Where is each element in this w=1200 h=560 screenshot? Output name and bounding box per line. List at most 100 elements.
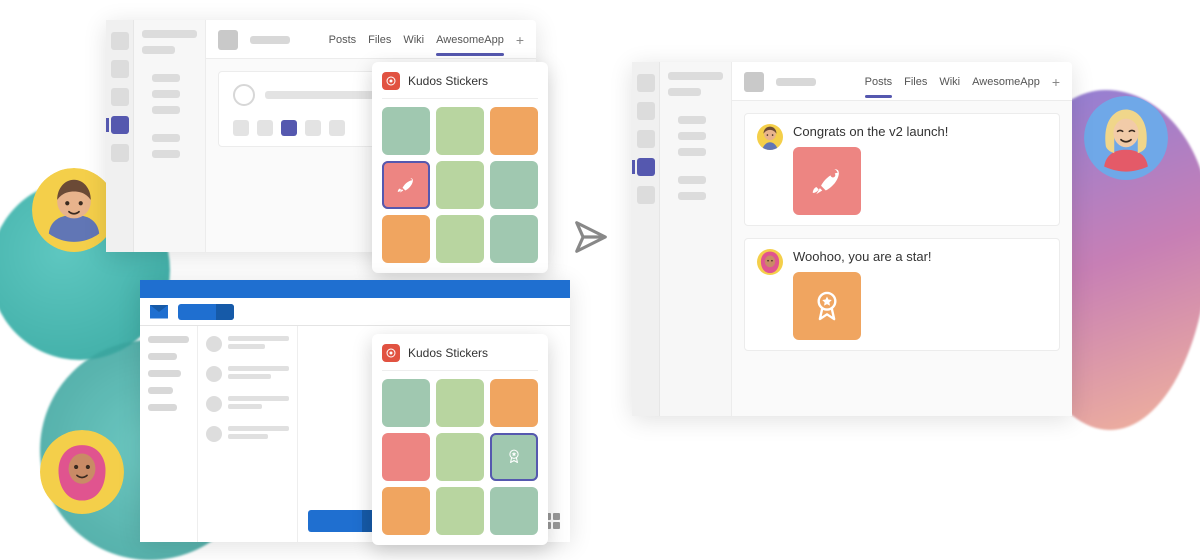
sticker-cell[interactable] [382, 215, 430, 263]
kudos-app-icon [382, 72, 400, 90]
compose-tool[interactable] [329, 120, 345, 136]
sticker-cell[interactable] [382, 379, 430, 427]
rail-item[interactable] [637, 102, 655, 120]
message-avatar-man [757, 124, 783, 150]
sticker-panel-outlook: Kudos Stickers [372, 334, 548, 545]
skel [142, 46, 175, 54]
sticker-cell[interactable] [490, 379, 538, 427]
rail-item[interactable] [111, 88, 129, 106]
sticker-cell[interactable] [382, 487, 430, 535]
avatar-woman-hijab [40, 430, 124, 514]
skel [668, 88, 701, 96]
rail-item[interactable] [111, 60, 129, 78]
new-mail-button[interactable] [178, 304, 234, 320]
rail-item[interactable] [111, 144, 129, 162]
rail-item-teams-icon[interactable] [111, 116, 129, 134]
folder-pane [140, 326, 198, 542]
skel [152, 150, 180, 158]
mail-item[interactable] [206, 366, 289, 382]
avatar-man [32, 168, 116, 252]
sticker-panel-teams: Kudos Stickers [372, 62, 548, 273]
compose-tool[interactable] [257, 120, 273, 136]
mail-item[interactable] [206, 426, 289, 442]
outlook-titlebar [140, 280, 570, 298]
sticker-cell[interactable] [382, 107, 430, 155]
tab-posts[interactable]: Posts [865, 74, 893, 90]
compose-tool[interactable] [305, 120, 321, 136]
rail-item[interactable] [637, 74, 655, 92]
outlook-window: Kudos Stickers [140, 280, 570, 542]
tab-awesomeapp[interactable]: AwesomeApp [972, 74, 1040, 90]
channel-tab-bar: Posts Files Wiki AwesomeApp + [732, 62, 1072, 101]
channel-name-skel [776, 78, 816, 86]
sticker-cell[interactable] [382, 161, 430, 209]
skel [152, 106, 180, 114]
teams-window-chat: Posts Files Wiki AwesomeApp + Congrats o… [632, 62, 1072, 416]
avatar-woman-blonde [1084, 96, 1168, 180]
tab-wiki[interactable]: Wiki [939, 74, 960, 90]
tab-files[interactable]: Files [368, 32, 391, 48]
chat-message: Woohoo, you are a star! [744, 238, 1060, 351]
skel [678, 148, 706, 156]
chat-message: Congrats on the v2 launch! [744, 113, 1060, 226]
mail-list [198, 326, 298, 542]
skel [668, 72, 723, 80]
tab-wiki[interactable]: Wiki [403, 32, 424, 48]
sticker-cell[interactable] [436, 433, 484, 481]
skel [152, 74, 180, 82]
sticker-cell[interactable] [436, 487, 484, 535]
skel [678, 132, 706, 140]
rail-item[interactable] [637, 130, 655, 148]
mail-item[interactable] [206, 396, 289, 412]
sticker-panel-title: Kudos Stickers [408, 346, 488, 360]
channel-avatar [744, 72, 764, 92]
send-arrow-icon [572, 218, 610, 256]
sticker-cell[interactable] [382, 433, 430, 481]
message-avatar-hijab [757, 249, 783, 275]
sticker-cell[interactable] [490, 433, 538, 481]
divider [382, 98, 538, 99]
skel [678, 176, 706, 184]
channel-tab-bar: Posts Files Wiki AwesomeApp + [206, 20, 536, 59]
compose-avatar-placeholder [233, 84, 255, 106]
tab-files[interactable]: Files [904, 74, 927, 90]
skel [142, 30, 197, 38]
teams-channel-list [134, 20, 206, 252]
sticker-cell[interactable] [490, 107, 538, 155]
tab-posts[interactable]: Posts [329, 32, 357, 48]
channel-name-skel [250, 36, 290, 44]
sticker-cell[interactable] [436, 161, 484, 209]
sticker-panel-title: Kudos Stickers [408, 74, 488, 88]
skel [678, 192, 706, 200]
sticker-cell[interactable] [436, 379, 484, 427]
channel-avatar [218, 30, 238, 50]
outlook-toolbar [140, 298, 570, 326]
rocket-sticker [793, 147, 861, 215]
tab-awesomeapp[interactable]: AwesomeApp [436, 32, 504, 48]
sticker-cell[interactable] [436, 215, 484, 263]
rail-item[interactable] [637, 186, 655, 204]
teams-app-rail [632, 62, 660, 416]
mail-item[interactable] [206, 336, 289, 352]
teams-app-rail [106, 20, 134, 252]
teams-channel-list [660, 62, 732, 416]
sticker-cell[interactable] [490, 161, 538, 209]
send-split-button[interactable] [308, 510, 382, 532]
compose-tool-sticker[interactable] [281, 120, 297, 136]
kudos-app-icon [382, 344, 400, 362]
message-text: Congrats on the v2 launch! [793, 124, 1047, 139]
tab-add[interactable]: + [1052, 72, 1060, 92]
mail-icon [150, 305, 168, 319]
rail-item[interactable] [111, 32, 129, 50]
tab-add[interactable]: + [516, 30, 524, 50]
message-text: Woohoo, you are a star! [793, 249, 1047, 264]
skel [152, 134, 180, 142]
sticker-cell[interactable] [490, 487, 538, 535]
skel [152, 90, 180, 98]
badge-sticker [793, 272, 861, 340]
skel [678, 116, 706, 124]
compose-tool[interactable] [233, 120, 249, 136]
sticker-cell[interactable] [490, 215, 538, 263]
rail-item-teams-icon[interactable] [637, 158, 655, 176]
sticker-cell[interactable] [436, 107, 484, 155]
